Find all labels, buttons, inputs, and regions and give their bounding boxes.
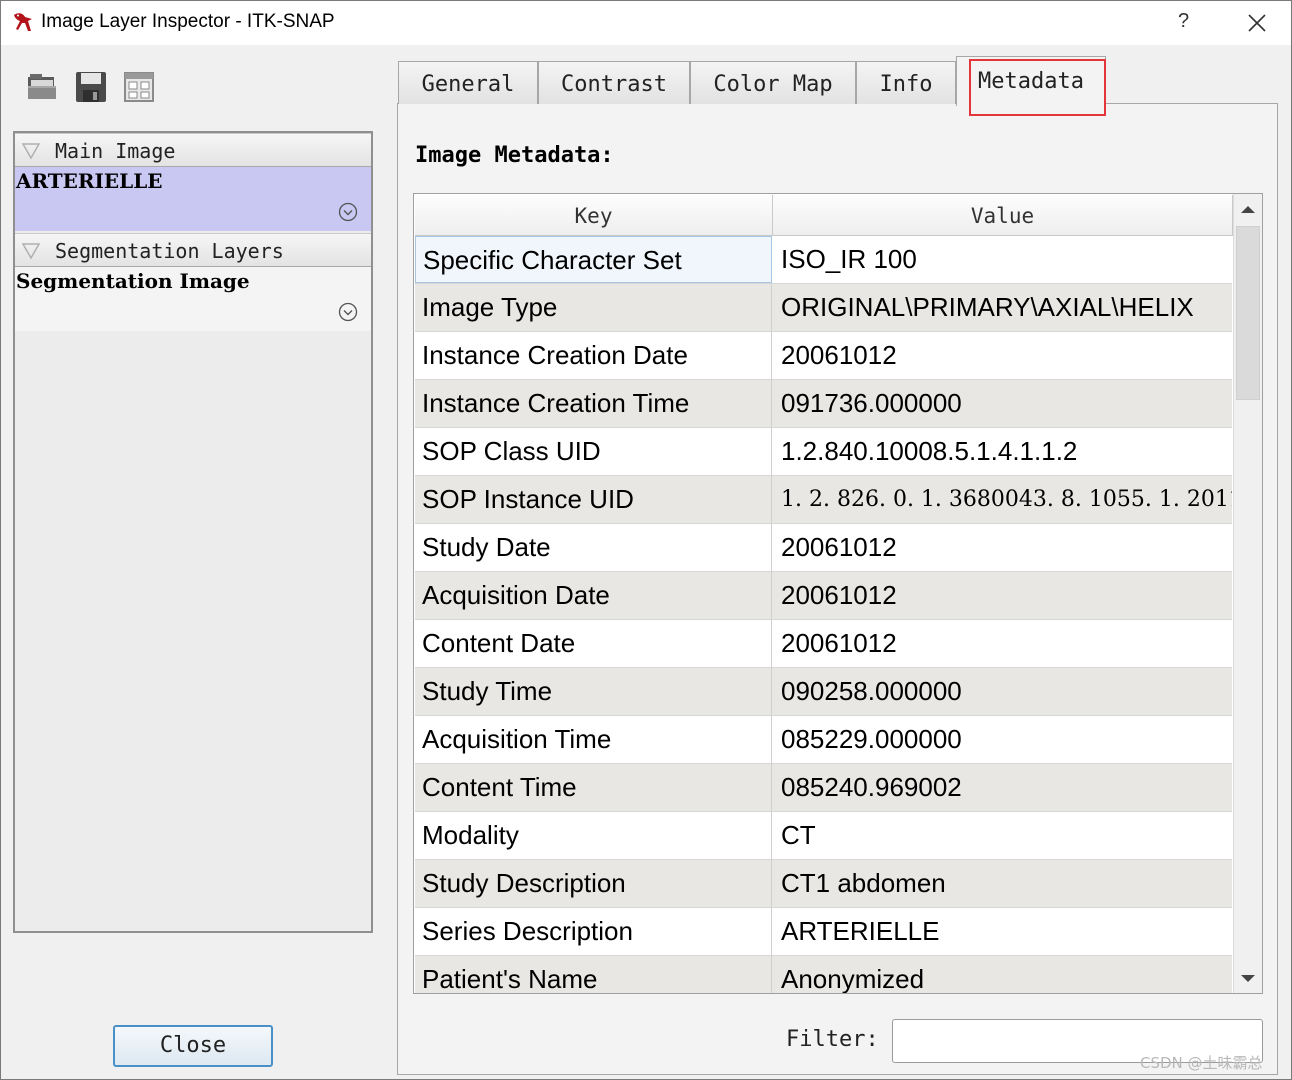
itk-snap-logo-icon — [14, 13, 32, 31]
close-button[interactable]: Close — [113, 1025, 273, 1067]
table-row[interactable]: Modality CT — [415, 812, 1232, 860]
layer-name: ARTERIELLE — [16, 169, 163, 193]
segmentation-header-label: Segmentation Layers — [55, 239, 284, 263]
tab-contrast[interactable]: Contrast — [538, 61, 690, 104]
collapse-triangle-icon — [21, 143, 41, 160]
layer-menu-chevron-icon[interactable] — [337, 301, 359, 323]
value-cell[interactable]: 1. 2. 826. 0. 1. 3680043. 8. 1055. 1. 20… — [773, 476, 1232, 523]
help-button[interactable]: ? — [1178, 10, 1189, 33]
filter-label: Filter: — [786, 1027, 879, 1052]
save-icon[interactable] — [74, 70, 108, 104]
column-header-value[interactable]: Value — [773, 195, 1233, 236]
table-row[interactable]: Image Type ORIGINAL\PRIMARY\AXIAL\HELIX — [415, 284, 1232, 332]
value-cell[interactable]: 091736.000000 — [773, 380, 1232, 427]
layout-grid-icon[interactable] — [122, 70, 156, 104]
table-row[interactable]: SOP Instance UID 1. 2. 826. 0. 1. 3680043… — [415, 476, 1232, 524]
key-cell[interactable]: Series Description — [415, 908, 772, 955]
column-header-key[interactable]: Key — [415, 195, 773, 236]
table-row[interactable]: Study Description CT1 abdomen — [415, 860, 1232, 908]
layer-menu-chevron-icon[interactable] — [337, 201, 359, 223]
value-cell[interactable]: 20061012 — [773, 332, 1232, 379]
tab-color-map[interactable]: Color Map — [690, 61, 856, 104]
value-cell[interactable]: ORIGINAL\PRIMARY\AXIAL\HELIX — [773, 284, 1232, 331]
value-cell[interactable]: 090258.000000 — [773, 668, 1232, 715]
key-cell[interactable]: Study Date — [415, 524, 772, 571]
table-row[interactable]: Acquisition Date 20061012 — [415, 572, 1232, 620]
key-cell[interactable]: Patient's Name — [415, 956, 772, 993]
value-cell[interactable]: 085229.000000 — [773, 716, 1232, 763]
watermark: CSDN @土味霸总 — [1140, 1054, 1263, 1072]
table-row[interactable]: Series Description ARTERIELLE — [415, 908, 1232, 956]
table-row[interactable]: Content Date 20061012 — [415, 620, 1232, 668]
value-cell[interactable]: 1.2.840.10008.5.1.4.1.1.2 — [773, 428, 1232, 475]
layer-item-segmentation[interactable]: Segmentation Image — [15, 267, 371, 331]
key-cell[interactable]: Acquisition Date — [415, 572, 772, 619]
layer-list-panel: Main Image ARTERIELLE Segmentation Layer… — [13, 131, 373, 933]
key-cell[interactable]: Content Time — [415, 764, 772, 811]
scrollbar-thumb[interactable] — [1236, 226, 1260, 400]
layer-item-main-image[interactable]: ARTERIELLE — [15, 167, 371, 231]
table-row[interactable]: Patient's Name Anonymized — [415, 956, 1232, 993]
key-cell[interactable]: Modality — [415, 812, 772, 859]
metadata-rows: Specific Character Set ISO_IR 100 Image Ty… — [415, 236, 1232, 993]
tab-info[interactable]: Info — [856, 61, 956, 104]
window-title: Image Layer Inspector - ITK-SNAP — [41, 11, 335, 32]
table-scrollbar[interactable] — [1233, 194, 1262, 993]
table-row[interactable]: SOP Class UID 1.2.840.10008.5.1.4.1.1.2 — [415, 428, 1232, 476]
scroll-down-arrow-icon[interactable] — [1234, 964, 1262, 992]
main-image-header-label: Main Image — [55, 139, 176, 163]
value-cell[interactable]: CT — [773, 812, 1232, 859]
value-cell[interactable]: 20061012 — [773, 620, 1232, 667]
table-row[interactable]: Specific Character Set ISO_IR 100 — [415, 236, 1232, 284]
value-cell[interactable]: 20061012 — [773, 572, 1232, 619]
segmentation-section-header[interactable]: Segmentation Layers — [15, 233, 371, 267]
table-row[interactable]: Study Date 20061012 — [415, 524, 1232, 572]
value-cell[interactable]: ARTERIELLE — [773, 908, 1232, 955]
value-cell[interactable]: Anonymized — [773, 956, 1232, 993]
tab-metadata[interactable]: Metadata — [956, 56, 1106, 106]
value-cell[interactable]: ISO_IR 100 — [773, 236, 1232, 283]
value-cell[interactable]: CT1 abdomen — [773, 860, 1232, 907]
value-cell[interactable]: 20061012 — [773, 524, 1232, 571]
key-cell[interactable]: Study Time — [415, 668, 772, 715]
collapse-triangle-icon — [21, 243, 41, 260]
close-window-icon[interactable] — [1244, 10, 1270, 36]
key-cell[interactable]: Study Description — [415, 860, 772, 907]
key-cell[interactable]: Specific Character Set — [415, 236, 772, 283]
key-cell[interactable]: Acquisition Time — [415, 716, 772, 763]
metadata-heading: Image Metadata: — [415, 143, 614, 168]
scroll-up-arrow-icon[interactable] — [1234, 196, 1262, 224]
tab-general[interactable]: General — [398, 61, 538, 104]
table-row[interactable]: Instance Creation Time 091736.000000 — [415, 380, 1232, 428]
key-cell[interactable]: Instance Creation Time — [415, 380, 772, 427]
table-row[interactable]: Study Time 090258.000000 — [415, 668, 1232, 716]
table-row[interactable]: Instance Creation Date 20061012 — [415, 332, 1232, 380]
main-image-section-header[interactable]: Main Image — [15, 133, 371, 167]
title-bar: Image Layer Inspector - ITK-SNAP ? — [0, 0, 1292, 45]
open-folder-icon[interactable] — [25, 70, 59, 104]
table-row[interactable]: Content Time 085240.969002 — [415, 764, 1232, 812]
key-cell[interactable]: SOP Class UID — [415, 428, 772, 475]
key-cell[interactable]: Instance Creation Date — [415, 332, 772, 379]
layer-name: Segmentation Image — [16, 269, 250, 293]
key-cell[interactable]: Image Type — [415, 284, 772, 331]
key-cell[interactable]: SOP Instance UID — [415, 476, 772, 523]
table-row[interactable]: Acquisition Time 085229.000000 — [415, 716, 1232, 764]
key-cell[interactable]: Content Date — [415, 620, 772, 667]
value-cell[interactable]: 085240.969002 — [773, 764, 1232, 811]
metadata-table[interactable]: Key Value Specific Character Set ISO_IR 1… — [413, 193, 1263, 994]
